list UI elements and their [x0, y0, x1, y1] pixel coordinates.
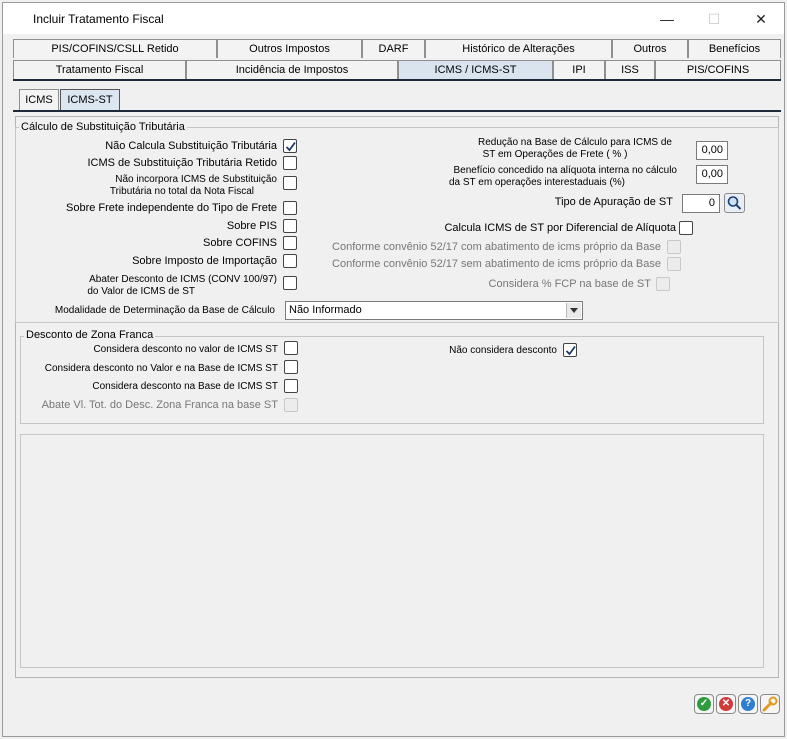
- zf-abate-checkbox: [284, 398, 298, 412]
- tab-pis-cofins[interactable]: PIS/COFINS: [655, 60, 781, 79]
- diferencial-aliquota-checkbox[interactable]: [679, 221, 693, 235]
- empty-panel: [20, 434, 764, 668]
- modalidade-value: Não Informado: [289, 304, 362, 316]
- sobre-cofins-checkbox[interactable]: [283, 236, 297, 250]
- st-group-title: Cálculo de Substituição Tributária: [19, 121, 187, 133]
- tab-incidencia-impostos[interactable]: Incidência de Impostos: [186, 60, 398, 79]
- tab-divider: [13, 79, 781, 81]
- nao-calcula-st-checkbox[interactable]: [283, 139, 297, 153]
- icms-st-retido-label: ICMS de Substituição Tributária Retido: [87, 157, 277, 169]
- tab-darf[interactable]: DARF: [362, 39, 425, 58]
- window-title: Incluir Tratamento Fiscal: [33, 12, 164, 26]
- modalidade-select[interactable]: Não Informado: [285, 301, 583, 320]
- sobre-importacao-label: Sobre Imposto de Importação: [132, 255, 277, 267]
- confirm-button[interactable]: ✓: [694, 694, 714, 714]
- tab-icms-icms-st[interactable]: ICMS / ICMS-ST: [398, 60, 553, 79]
- minimize-button[interactable]: —: [652, 7, 682, 31]
- tab-outros[interactable]: Outros: [612, 39, 688, 58]
- zona-franca-title: Desconto de Zona Franca: [24, 329, 156, 341]
- nao-incorpora-label-1: Não incorpora ICMS de Substituição: [115, 174, 277, 185]
- close-button[interactable]: ✕: [746, 7, 776, 31]
- search-button[interactable]: [724, 193, 745, 213]
- zf-desconto-valor-label: Considera desconto no valor de ICMS ST: [93, 344, 278, 355]
- diferencial-aliquota-label: Calcula ICMS de ST por Diferencial de Al…: [444, 222, 676, 234]
- convenio-com-label: Conforme convênio 52/17 com abatimento d…: [332, 241, 661, 253]
- cancel-icon: ✕: [719, 697, 733, 711]
- abater-desconto-label-2: do Valor de ICMS de ST: [87, 286, 195, 297]
- subtab-icms-st[interactable]: ICMS-ST: [60, 89, 120, 111]
- zf-desconto-base-label: Considera desconto na Base de ICMS ST: [92, 381, 278, 392]
- subtab-icms[interactable]: ICMS: [19, 89, 59, 111]
- tab-beneficios[interactable]: Benefícios: [688, 39, 781, 58]
- tab-pis-cofins-csll-retido[interactable]: PIS/COFINS/CSLL Retido: [13, 39, 217, 58]
- beneficio-label-1: Benefício concedido na alíquota interna …: [453, 165, 678, 176]
- help-icon: ?: [741, 697, 755, 711]
- sobre-cofins-label: Sobre COFINS: [203, 237, 277, 249]
- reducao-label-2: ST em Operações de Frete ( % ): [482, 149, 628, 160]
- sobre-importacao-checkbox[interactable]: [283, 254, 297, 268]
- help-button[interactable]: ?: [738, 694, 758, 714]
- convenio-com-checkbox: [667, 240, 681, 254]
- cancel-button[interactable]: ✕: [716, 694, 736, 714]
- zf-desconto-valor-base-label: Considera desconto no Valor e na Base de…: [44, 363, 278, 374]
- dropdown-arrow-icon[interactable]: [566, 303, 581, 318]
- fcp-checkbox: [656, 277, 670, 291]
- tab-tratamento-fiscal[interactable]: Tratamento Fiscal: [13, 60, 186, 79]
- tipo-apuracao-label: Tipo de Apuração de ST: [554, 196, 673, 208]
- tab-ipi[interactable]: IPI: [553, 60, 605, 79]
- tab-historico[interactable]: Histórico de Alterações: [425, 39, 612, 58]
- subtab-divider: [13, 110, 781, 112]
- zf-abate-label: Abate Vl. Tot. do Desc. Zona Franca na b…: [41, 399, 278, 411]
- sobre-pis-checkbox[interactable]: [283, 219, 297, 233]
- wrench-icon: [762, 696, 778, 712]
- checkmark-icon: [285, 141, 296, 152]
- convenio-sem-label: Conforme convênio 52/17 sem abatimento d…: [332, 258, 661, 270]
- sobre-pis-label: Sobre PIS: [226, 220, 277, 232]
- title-bar: Incluir Tratamento Fiscal — ☐ ✕: [3, 3, 784, 34]
- reducao-label-1: Redução na Base de Cálculo para ICMS de: [477, 137, 672, 148]
- nao-incorpora-checkbox[interactable]: [283, 176, 297, 190]
- zf-desconto-valor-checkbox[interactable]: [284, 341, 298, 355]
- tipo-apuracao-input[interactable]: 0: [682, 194, 720, 213]
- tab-iss[interactable]: ISS: [605, 60, 655, 79]
- check-icon: ✓: [697, 697, 711, 711]
- zf-desconto-base-checkbox[interactable]: [284, 379, 298, 393]
- checkmark-icon: [565, 345, 576, 356]
- sobre-frete-label: Sobre Frete independente do Tipo de Fret…: [66, 202, 277, 214]
- search-icon: [727, 196, 742, 210]
- tab-outros-impostos[interactable]: Outros Impostos: [217, 39, 362, 58]
- convenio-sem-checkbox: [667, 257, 681, 271]
- maximize-button: ☐: [707, 11, 721, 27]
- beneficio-input[interactable]: 0,00: [696, 165, 728, 184]
- zf-desconto-valor-base-checkbox[interactable]: [284, 360, 298, 374]
- modalidade-label: Modalidade de Determinação da Base de Cá…: [54, 305, 275, 316]
- tools-button[interactable]: [760, 694, 780, 714]
- reducao-input[interactable]: 0,00: [696, 141, 728, 160]
- abater-desconto-checkbox[interactable]: [283, 276, 297, 290]
- fcp-label: Considera % FCP na base de ST: [488, 278, 651, 290]
- beneficio-label-2: da ST em operações interestaduais (%): [448, 177, 625, 188]
- nao-incorpora-label-2: Tributária no total da Nota Fiscal: [109, 186, 254, 197]
- nao-considera-desconto-checkbox[interactable]: [563, 343, 577, 357]
- icms-st-retido-checkbox[interactable]: [283, 156, 297, 170]
- nao-calcula-st-label: Não Calcula Substituição Tributária: [105, 140, 277, 152]
- abater-desconto-label-1: Abater Desconto de ICMS (CONV 100/97): [89, 274, 277, 285]
- nao-considera-desconto-label: Não considera desconto: [449, 345, 557, 356]
- sobre-frete-checkbox[interactable]: [283, 201, 297, 215]
